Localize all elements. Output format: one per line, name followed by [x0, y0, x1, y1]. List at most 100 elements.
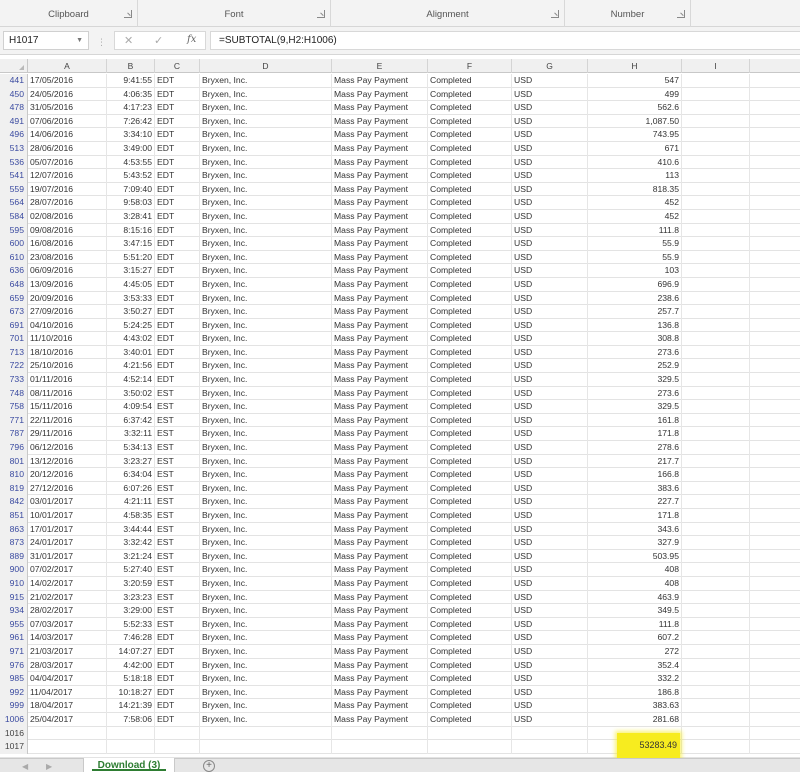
row-header[interactable]: 819	[0, 481, 28, 496]
cell-f[interactable]: Completed	[428, 345, 512, 360]
cell-j[interactable]	[750, 332, 800, 346]
cell-d[interactable]: Bryxen, Inc.	[200, 522, 332, 537]
cell-g[interactable]: USD	[512, 672, 588, 686]
cell-i[interactable]	[682, 359, 750, 374]
cell-f[interactable]: Completed	[428, 264, 512, 278]
cell-a[interactable]: 25/10/2016	[28, 359, 107, 374]
cell-c[interactable]: EST	[155, 495, 200, 509]
cell-h[interactable]: 238.6	[588, 291, 682, 306]
cell-a[interactable]: 01/11/2016	[28, 373, 107, 387]
cell-e[interactable]: Mass Pay Payment	[332, 563, 428, 577]
cell-c[interactable]: EDT	[155, 155, 200, 170]
cell-h[interactable]: 408	[588, 576, 682, 591]
cell-b[interactable]: 3:49:00	[107, 141, 155, 156]
cell-d[interactable]: Bryxen, Inc.	[200, 495, 332, 509]
cell-d[interactable]: Bryxen, Inc.	[200, 250, 332, 265]
row-header[interactable]: 801	[0, 454, 28, 469]
formula-input[interactable]: =SUBTOTAL(9,H2:H1006)	[210, 31, 800, 50]
cell-j[interactable]	[750, 604, 800, 618]
cell-i[interactable]	[682, 373, 750, 387]
cell-j[interactable]	[750, 699, 800, 713]
cell-i[interactable]	[682, 658, 750, 673]
column-header-b[interactable]: B	[107, 59, 155, 73]
column-header-h[interactable]: H	[588, 59, 682, 73]
cell-i[interactable]	[682, 685, 750, 700]
cell-d[interactable]: Bryxen, Inc.	[200, 685, 332, 700]
cell-b[interactable]	[107, 740, 155, 754]
cell-g[interactable]: USD	[512, 699, 588, 713]
cell-c[interactable]: EDT	[155, 291, 200, 306]
scroll-right-icon[interactable]: ▶	[46, 762, 52, 771]
cell-a[interactable]: 22/11/2016	[28, 413, 107, 428]
row-header[interactable]: 976	[0, 658, 28, 673]
cell-e[interactable]: Mass Pay Payment	[332, 576, 428, 591]
cell-i[interactable]	[682, 604, 750, 618]
cell-i[interactable]	[682, 549, 750, 564]
cell-j[interactable]	[750, 387, 800, 401]
row-header[interactable]: 584	[0, 209, 28, 224]
cell-f[interactable]: Completed	[428, 427, 512, 442]
cell-j[interactable]	[750, 536, 800, 550]
cell-j[interactable]	[750, 713, 800, 727]
cell-f[interactable]: Completed	[428, 549, 512, 564]
cell-a[interactable]: 27/12/2016	[28, 481, 107, 496]
cell-h[interactable]: 278.6	[588, 441, 682, 455]
cell-d[interactable]: Bryxen, Inc.	[200, 209, 332, 224]
cell-j[interactable]	[750, 88, 800, 102]
cell-c[interactable]: EST	[155, 441, 200, 455]
cell-g[interactable]: USD	[512, 427, 588, 442]
cell-g[interactable]: USD	[512, 468, 588, 482]
cell-a[interactable]: 18/10/2016	[28, 345, 107, 360]
cell-f[interactable]: Completed	[428, 237, 512, 251]
cell-b[interactable]: 3:50:02	[107, 386, 155, 401]
cell-e[interactable]	[332, 726, 428, 741]
cell-a[interactable]: 07/03/2017	[28, 617, 107, 632]
cell-a[interactable]: 03/01/2017	[28, 495, 107, 509]
cell-h[interactable]: 272	[588, 644, 682, 659]
cell-d[interactable]: Bryxen, Inc.	[200, 101, 332, 115]
cell-c[interactable]: EDT	[155, 169, 200, 183]
cell-i[interactable]	[682, 617, 750, 632]
cell-g[interactable]: USD	[512, 87, 588, 102]
insert-function-icon[interactable]: fx	[187, 34, 196, 45]
cell-a[interactable]: 04/10/2016	[28, 318, 107, 333]
cell-f[interactable]	[428, 740, 512, 754]
row-header[interactable]: 513	[0, 141, 28, 156]
row-header[interactable]: 796	[0, 441, 28, 455]
cell-i[interactable]	[682, 699, 750, 713]
cell-j[interactable]	[750, 74, 800, 88]
row-header[interactable]: 910	[0, 576, 28, 591]
cell-f[interactable]: Completed	[428, 74, 512, 88]
cell-f[interactable]: Completed	[428, 604, 512, 618]
cell-f[interactable]: Completed	[428, 196, 512, 210]
cell-a[interactable]	[28, 740, 107, 754]
cell-e[interactable]: Mass Pay Payment	[332, 223, 428, 238]
cell-i[interactable]	[682, 454, 750, 469]
cell-c[interactable]: EDT	[155, 209, 200, 224]
cell-f[interactable]: Completed	[428, 712, 512, 727]
cell-j[interactable]	[750, 563, 800, 577]
cell-b[interactable]: 4:42:00	[107, 658, 155, 673]
cell-c[interactable]: EST	[155, 509, 200, 523]
dialog-launcher-icon[interactable]	[124, 10, 132, 18]
cell-d[interactable]: Bryxen, Inc.	[200, 305, 332, 319]
cell-f[interactable]: Completed	[428, 522, 512, 537]
cell-i[interactable]	[682, 141, 750, 156]
cell-c[interactable]: EDT	[155, 223, 200, 238]
cell-i[interactable]	[682, 305, 750, 319]
cell-a[interactable]: 06/09/2016	[28, 264, 107, 278]
cell-c[interactable]: EST	[155, 468, 200, 482]
row-header[interactable]: 748	[0, 386, 28, 401]
cell-i[interactable]	[682, 413, 750, 428]
cell-j[interactable]	[750, 591, 800, 605]
cell-g[interactable]: USD	[512, 522, 588, 537]
cell-f[interactable]: Completed	[428, 441, 512, 455]
cell-a[interactable]: 27/09/2016	[28, 305, 107, 319]
cell-c[interactable]: EST	[155, 563, 200, 577]
cell-j[interactable]	[750, 264, 800, 278]
cell-j[interactable]	[750, 210, 800, 224]
cell-g[interactable]: USD	[512, 250, 588, 265]
cell-i[interactable]	[682, 250, 750, 265]
cell-e[interactable]: Mass Pay Payment	[332, 209, 428, 224]
cell-d[interactable]: Bryxen, Inc.	[200, 481, 332, 496]
